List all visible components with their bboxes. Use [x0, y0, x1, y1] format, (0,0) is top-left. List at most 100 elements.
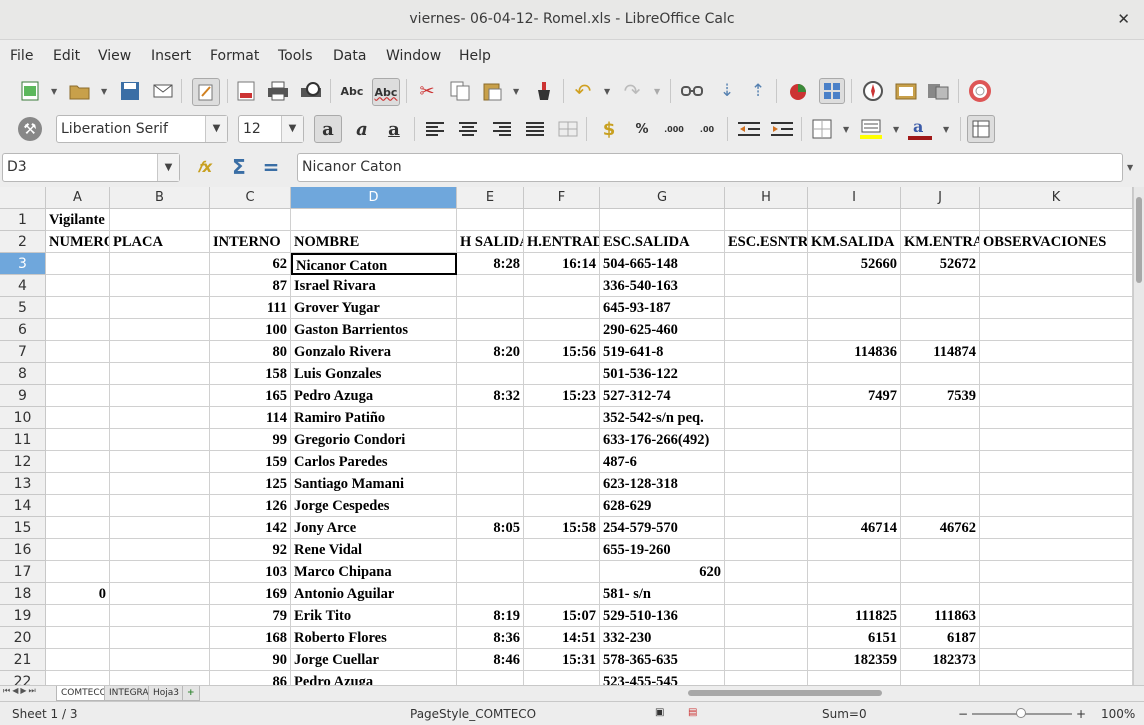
cell-c2[interactable]: INTERNO	[210, 231, 291, 253]
cell-a6[interactable]	[46, 319, 110, 341]
grid-lines-icon[interactable]	[967, 115, 995, 143]
cell-h4[interactable]	[725, 275, 808, 297]
cell-b20[interactable]	[110, 627, 210, 649]
cell-b1[interactable]	[110, 209, 210, 231]
function-wizard-icon[interactable]: 𝑓x	[193, 155, 217, 179]
cell-a3[interactable]	[46, 253, 110, 275]
cell-c15[interactable]: 142	[210, 517, 291, 539]
cell-d14[interactable]: Jorge Cespedes	[291, 495, 457, 517]
chevron-down-icon[interactable]: ▼	[893, 125, 899, 134]
cell-k15[interactable]	[980, 517, 1133, 539]
spreadsheet-grid[interactable]: A B C D E F G H I J K 1 Vigilante 2 NUMERO PLACA INTERNO…	[0, 187, 1133, 685]
cell-d16[interactable]: Rene Vidal	[291, 539, 457, 561]
cell-f11[interactable]	[524, 429, 600, 451]
cell-e4[interactable]	[457, 275, 524, 297]
cell-h10[interactable]	[725, 407, 808, 429]
background-color-icon[interactable]	[859, 117, 883, 141]
horizontal-scrollbar[interactable]	[660, 689, 1130, 698]
cell-i4[interactable]	[808, 275, 901, 297]
cell-i19[interactable]: 111825	[808, 605, 901, 627]
email-icon[interactable]	[151, 79, 175, 103]
chevron-down-icon[interactable]: ▼	[157, 154, 179, 181]
cell-i8[interactable]	[808, 363, 901, 385]
cell-a17[interactable]	[46, 561, 110, 583]
cell-d2[interactable]: NOMBRE	[291, 231, 457, 253]
cell-g2[interactable]: ESC.SALIDA	[600, 231, 725, 253]
cell-j21[interactable]: 182373	[901, 649, 980, 671]
export-pdf-icon[interactable]	[234, 79, 258, 103]
cut-icon[interactable]: ✂	[415, 79, 439, 103]
scroll-thumb[interactable]	[688, 690, 882, 696]
cell-e2[interactable]: H SALIDA	[457, 231, 524, 253]
cell-h22[interactable]	[725, 671, 808, 685]
column-header-d[interactable]: D	[291, 187, 457, 209]
cell-j19[interactable]: 111863	[901, 605, 980, 627]
menu-edit[interactable]: Edit	[53, 48, 80, 64]
cell-e5[interactable]	[457, 297, 524, 319]
navigator-icon[interactable]	[861, 79, 885, 103]
cell-f21[interactable]: 15:31	[524, 649, 600, 671]
cell-j18[interactable]	[901, 583, 980, 605]
chevron-down-icon[interactable]: ▼	[604, 87, 610, 96]
formula-input[interactable]: Nicanor Caton	[297, 153, 1123, 182]
cell-g16[interactable]: 655-19-260	[600, 539, 725, 561]
cell-b2[interactable]: PLACA	[110, 231, 210, 253]
cell-g22[interactable]: 523-455-545	[600, 671, 725, 685]
menu-window[interactable]: Window	[386, 48, 441, 64]
chevron-down-icon[interactable]: ▼	[101, 87, 107, 96]
cell-f9[interactable]: 15:23	[524, 385, 600, 407]
cell-g7[interactable]: 519-641-8	[600, 341, 725, 363]
zoom-out-icon[interactable]: −	[958, 707, 968, 721]
cell-i17[interactable]	[808, 561, 901, 583]
row-header-12[interactable]: 12	[0, 451, 46, 473]
cell-g20[interactable]: 332-230	[600, 627, 725, 649]
cell-j17[interactable]	[901, 561, 980, 583]
cell-f16[interactable]	[524, 539, 600, 561]
zoom-in-icon[interactable]: +	[1076, 707, 1086, 721]
cell-d7[interactable]: Gonzalo Rivera	[291, 341, 457, 363]
delete-decimal-icon[interactable]: .00	[695, 117, 719, 141]
cell-b11[interactable]	[110, 429, 210, 451]
cell-b6[interactable]	[110, 319, 210, 341]
cell-j12[interactable]	[901, 451, 980, 473]
cell-j13[interactable]	[901, 473, 980, 495]
cell-a20[interactable]	[46, 627, 110, 649]
cell-j8[interactable]	[901, 363, 980, 385]
cell-e11[interactable]	[457, 429, 524, 451]
cell-j15[interactable]: 46762	[901, 517, 980, 539]
cell-b21[interactable]	[110, 649, 210, 671]
row-header-11[interactable]: 11	[0, 429, 46, 451]
row-header-8[interactable]: 8	[0, 363, 46, 385]
cell-k21[interactable]	[980, 649, 1133, 671]
cell-k4[interactable]	[980, 275, 1133, 297]
cell-e12[interactable]	[457, 451, 524, 473]
row-header-6[interactable]: 6	[0, 319, 46, 341]
cell-j5[interactable]	[901, 297, 980, 319]
cell-f14[interactable]	[524, 495, 600, 517]
cell-d22[interactable]: Pedro Azuga	[291, 671, 457, 685]
cell-k2[interactable]: OBSERVACIONES	[980, 231, 1133, 253]
sum-icon[interactable]: Σ	[227, 155, 251, 179]
close-icon[interactable]: ✕	[1117, 10, 1130, 28]
decrease-indent-icon[interactable]	[737, 117, 761, 141]
chevron-down-icon[interactable]: ▼	[513, 87, 519, 96]
cell-e17[interactable]	[457, 561, 524, 583]
cell-d15[interactable]: Jony Arce	[291, 517, 457, 539]
clone-formatting-icon[interactable]	[532, 79, 556, 103]
row-header-19[interactable]: 19	[0, 605, 46, 627]
cell-b14[interactable]	[110, 495, 210, 517]
cell-f12[interactable]	[524, 451, 600, 473]
cell-g6[interactable]: 290-625-460	[600, 319, 725, 341]
cell-g18[interactable]: 581- s/n	[600, 583, 725, 605]
cell-c21[interactable]: 90	[210, 649, 291, 671]
chevron-down-icon[interactable]: ▼	[1127, 163, 1133, 172]
cell-h17[interactable]	[725, 561, 808, 583]
cell-k16[interactable]	[980, 539, 1133, 561]
menu-help[interactable]: Help	[459, 48, 491, 64]
cell-c4[interactable]: 87	[210, 275, 291, 297]
cell-j4[interactable]	[901, 275, 980, 297]
cell-f13[interactable]	[524, 473, 600, 495]
gallery-icon[interactable]	[894, 79, 918, 103]
cell-a15[interactable]	[46, 517, 110, 539]
cell-h9[interactable]	[725, 385, 808, 407]
